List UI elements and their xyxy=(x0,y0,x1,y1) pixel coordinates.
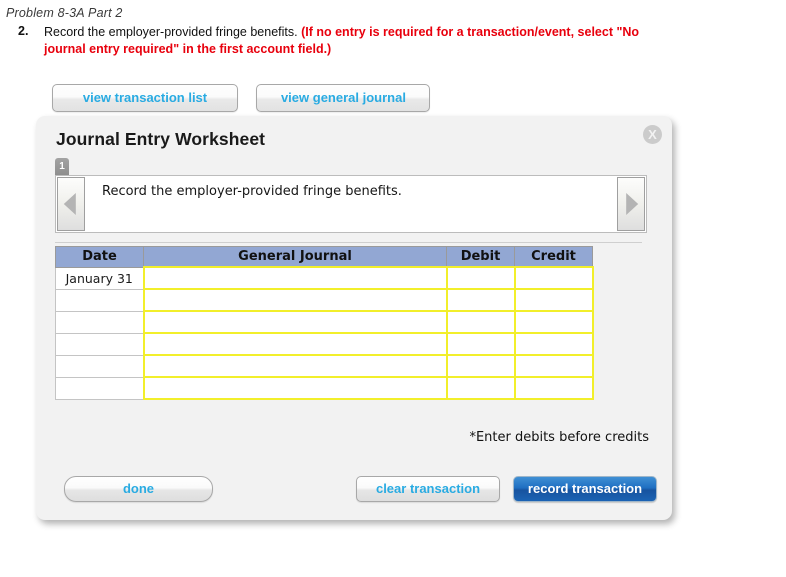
date-cell[interactable] xyxy=(55,376,144,400)
debit-field[interactable] xyxy=(445,266,516,290)
table-row xyxy=(55,288,594,312)
credit-field[interactable] xyxy=(513,310,594,334)
question-block: 2. Record the employer-provided fringe b… xyxy=(18,24,678,58)
journal-field[interactable] xyxy=(142,332,448,356)
next-arrow-icon[interactable] xyxy=(617,177,645,231)
debits-before-credits-note: *Enter debits before credits xyxy=(469,430,649,445)
transaction-nav-strip: Record the employer-provided fringe bene… xyxy=(55,175,647,233)
table-header-row: Date General Journal Debit Credit xyxy=(55,246,593,268)
view-buttons-row: view transaction list view general journ… xyxy=(52,84,431,112)
date-cell[interactable]: January 31 xyxy=(55,266,144,290)
credit-field[interactable] xyxy=(513,354,594,378)
table-divider xyxy=(55,242,642,243)
column-header-credit: Credit xyxy=(514,246,593,268)
credit-field[interactable] xyxy=(513,376,594,400)
journal-field[interactable] xyxy=(142,354,448,378)
dialog-title: Journal Entry Worksheet xyxy=(56,129,266,149)
worksheet-tab-1[interactable]: 1 xyxy=(55,158,69,175)
problem-title: Problem 8-3A Part 2 xyxy=(6,6,123,20)
question-instruction: Record the employer-provided fringe bene… xyxy=(44,25,302,39)
journal-entry-table: Date General Journal Debit Credit Januar… xyxy=(55,246,594,400)
debit-field[interactable] xyxy=(445,310,516,334)
date-cell[interactable] xyxy=(55,288,144,312)
table-row: January 31 xyxy=(55,266,594,290)
table-row xyxy=(55,332,594,356)
table-row xyxy=(55,354,594,378)
table-row xyxy=(55,376,594,400)
journal-field[interactable] xyxy=(142,376,448,400)
date-cell[interactable] xyxy=(55,354,144,378)
record-transaction-button[interactable]: record transaction xyxy=(513,476,657,502)
clear-transaction-button[interactable]: clear transaction xyxy=(356,476,500,502)
debit-field[interactable] xyxy=(445,354,516,378)
debit-field[interactable] xyxy=(445,376,516,400)
done-button[interactable]: done xyxy=(64,476,213,502)
prev-arrow-icon[interactable] xyxy=(57,177,85,231)
question-number: 2. xyxy=(18,24,29,38)
column-header-journal: General Journal xyxy=(143,246,447,268)
column-header-debit: Debit xyxy=(446,246,515,268)
debit-field[interactable] xyxy=(445,332,516,356)
credit-field[interactable] xyxy=(513,332,594,356)
question-text: Record the employer-provided fringe bene… xyxy=(44,24,678,58)
debit-field[interactable] xyxy=(445,288,516,312)
view-general-journal-button[interactable]: view general journal xyxy=(256,84,431,112)
transaction-description: Record the employer-provided fringe bene… xyxy=(102,184,402,199)
journal-field[interactable] xyxy=(142,266,448,290)
journal-field[interactable] xyxy=(142,288,448,312)
journal-entry-worksheet-dialog: Journal Entry Worksheet X 1 Record the e… xyxy=(36,116,672,520)
view-transaction-list-button[interactable]: view transaction list xyxy=(52,84,238,112)
table-row xyxy=(55,310,594,334)
journal-field[interactable] xyxy=(142,310,448,334)
close-icon[interactable]: X xyxy=(643,125,662,144)
column-header-date: Date xyxy=(55,246,144,268)
credit-field[interactable] xyxy=(513,266,594,290)
date-cell[interactable] xyxy=(55,332,144,356)
credit-field[interactable] xyxy=(513,288,594,312)
date-cell[interactable] xyxy=(55,310,144,334)
